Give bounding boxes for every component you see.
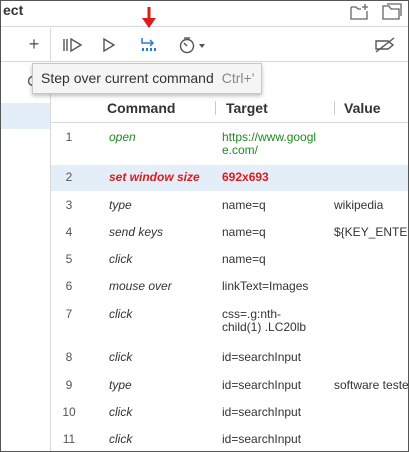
command-row[interactable]: 3 type name=q wikipedia xyxy=(51,191,408,218)
step-over-icon xyxy=(141,38,156,51)
command-target: id=searchInput xyxy=(222,405,302,419)
row-number: 7 xyxy=(65,307,73,321)
command-name: type xyxy=(109,198,132,212)
command-name: click xyxy=(109,405,133,419)
command-row[interactable]: 1 open https://www.google.com/ xyxy=(51,123,408,165)
row-number: 5 xyxy=(65,252,73,266)
project-title: ect xyxy=(3,2,24,18)
row-number: 3 xyxy=(65,198,73,212)
row-number: 6 xyxy=(65,279,73,293)
command-row[interactable]: 8 click id=searchInput xyxy=(51,343,408,371)
command-name: click xyxy=(109,432,133,446)
add-test-button[interactable]: + xyxy=(23,33,45,55)
command-row[interactable]: 7 click css=.g:nth-child(1) .LC20lb xyxy=(51,299,408,343)
command-target: id=searchInput xyxy=(222,378,302,392)
command-target: name=q xyxy=(222,198,266,212)
command-row[interactable]: 9 type id=searchInput software testers xyxy=(51,371,409,398)
table-header: Command Target Value xyxy=(51,93,408,123)
row-number: 8 xyxy=(65,350,73,364)
command-target: id=searchInput xyxy=(222,350,302,364)
command-name: click xyxy=(109,307,133,321)
command-name: open xyxy=(109,130,136,144)
header-target: Target xyxy=(226,100,268,116)
command-name: mouse over xyxy=(109,279,172,293)
command-target: css=.g:nth-child(1) .LC20lb xyxy=(222,307,307,334)
title-bar: ect xyxy=(1,1,408,27)
command-target: https://www.google.com/ xyxy=(222,130,317,157)
selected-test-item[interactable] xyxy=(1,103,50,129)
step-over-tooltip: Step over current command Ctrl+' xyxy=(32,63,262,94)
run-all-tests-button[interactable] xyxy=(59,33,87,57)
command-value: software testers xyxy=(334,379,409,392)
column-divider[interactable] xyxy=(334,101,335,115)
step-over-button[interactable] xyxy=(135,33,163,57)
command-name: type xyxy=(109,378,132,392)
command-row[interactable]: 11 click id=searchInput xyxy=(51,425,408,451)
command-target: name=q xyxy=(222,252,266,266)
row-number: 11 xyxy=(62,432,76,446)
command-row[interactable]: 10 click id=searchInput xyxy=(51,398,408,425)
command-row[interactable]: 5 click name=q xyxy=(51,245,408,272)
command-name: send keys xyxy=(109,225,164,239)
test-speed-button[interactable] xyxy=(175,33,215,57)
annotation-arrow-icon xyxy=(142,7,156,28)
command-name: click xyxy=(109,350,133,364)
run-current-test-button[interactable] xyxy=(95,33,123,57)
command-row-current[interactable]: 2 set window size 692x693 xyxy=(51,165,408,191)
command-target: linkText=Images xyxy=(222,279,309,293)
column-divider[interactable] xyxy=(215,101,216,115)
command-row[interactable]: 6 mouse over linkText=Images xyxy=(51,272,408,299)
command-table: Command Target Value 1 open https://www.… xyxy=(51,63,409,451)
row-number: 9 xyxy=(65,378,73,392)
command-name: click xyxy=(109,252,133,266)
command-row[interactable]: 4 send keys name=q ${KEY_ENTER} xyxy=(51,218,408,245)
playback-toolbar xyxy=(51,28,408,62)
open-project-icon[interactable] xyxy=(382,3,402,21)
tooltip-shortcut: Ctrl+' xyxy=(221,70,255,86)
breakpoint-off-icon xyxy=(375,37,395,53)
header-command: Command xyxy=(107,100,176,116)
command-name: set window size xyxy=(109,170,200,184)
test-list-sidebar xyxy=(1,63,51,451)
row-number: 4 xyxy=(65,225,73,239)
command-target: name=q xyxy=(222,225,266,239)
selenium-ide-window: ect + Command Target Value 1 open https:… xyxy=(0,0,409,452)
command-target: id=searchInput xyxy=(222,432,302,446)
test-list-toolbar: + xyxy=(1,28,51,62)
play-icon xyxy=(103,37,116,53)
command-value: wikipedia xyxy=(334,199,384,212)
command-value: ${KEY_ENTER} xyxy=(334,226,408,239)
new-project-icon[interactable] xyxy=(350,3,370,21)
row-number: 2 xyxy=(65,170,73,184)
tooltip-text: Step over current command xyxy=(41,70,214,86)
command-target: 692x693 xyxy=(222,170,269,184)
run-all-icon xyxy=(63,37,83,53)
header-value: Value xyxy=(344,100,381,116)
row-number: 10 xyxy=(62,405,76,419)
stopwatch-icon xyxy=(179,37,205,54)
disable-breakpoints-button[interactable] xyxy=(371,33,399,57)
row-number: 1 xyxy=(65,130,73,144)
